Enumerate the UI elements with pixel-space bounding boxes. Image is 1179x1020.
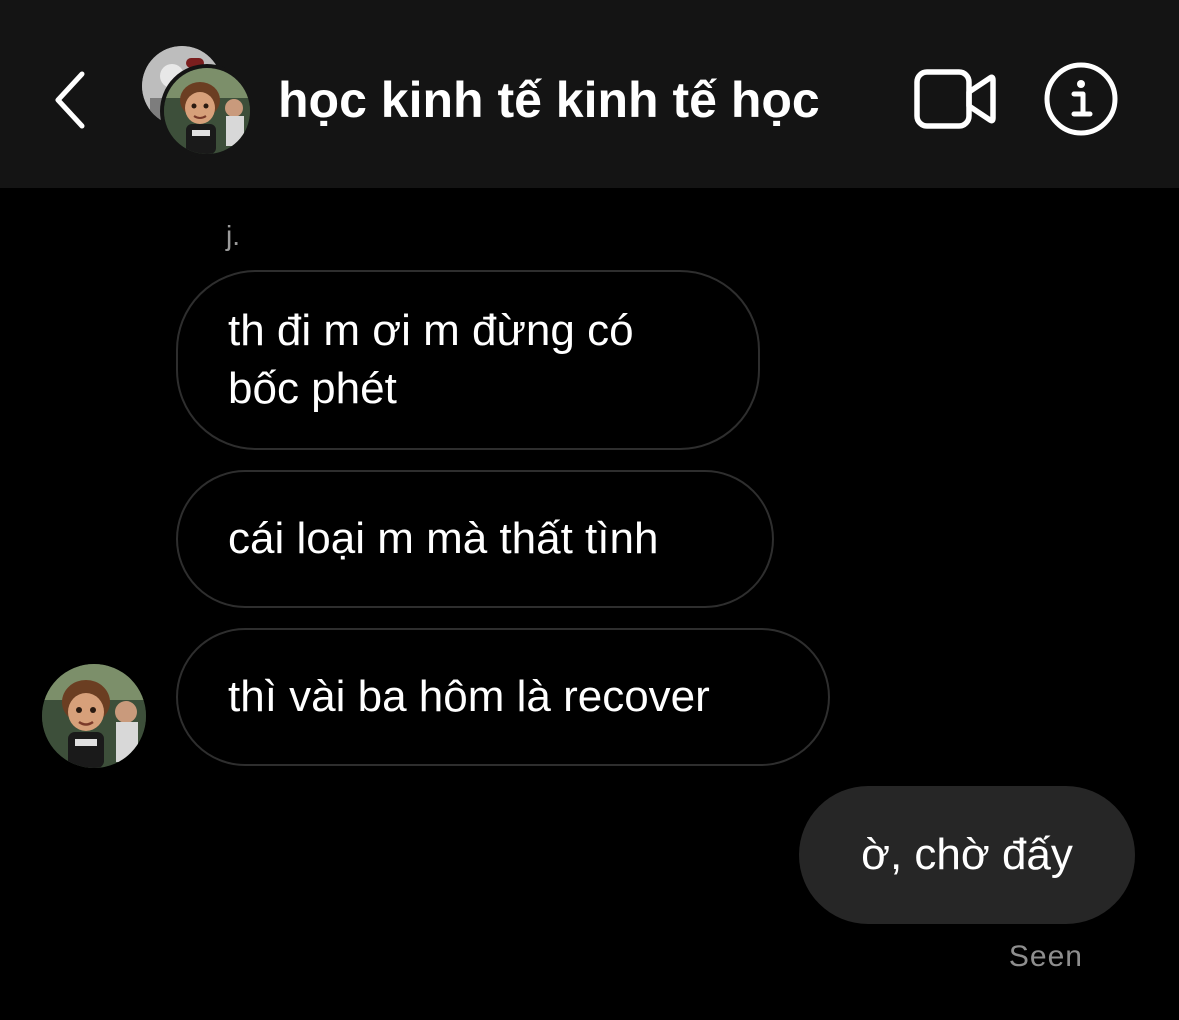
group-avatar-primary xyxy=(160,64,254,158)
chat-header: học kinh tế kinh tế học xyxy=(0,0,1179,188)
back-button[interactable] xyxy=(40,60,100,140)
incoming-message[interactable]: cái loại m mà thất tình xyxy=(176,470,774,608)
message-text: thì vài ba hôm là recover xyxy=(228,672,710,721)
video-camera-icon xyxy=(914,69,996,129)
chevron-left-icon xyxy=(55,71,85,129)
message-text: cái loại m mà thất tình xyxy=(228,514,659,563)
message-text: ờ, chờ đấy xyxy=(861,830,1073,879)
sender-avatar[interactable] xyxy=(42,664,146,768)
seen-status: Seen xyxy=(1008,940,1083,973)
video-call-button[interactable] xyxy=(912,66,998,132)
incoming-message[interactable]: th đi m ơi m đừng có bốc phét xyxy=(176,270,760,450)
chat-title[interactable]: học kinh tế kinh tế học xyxy=(278,70,820,130)
message-text: th đi m ơi m đừng có bốc phét xyxy=(228,306,634,413)
info-icon xyxy=(1044,62,1118,136)
info-button[interactable] xyxy=(1042,60,1120,138)
sender-name: j. xyxy=(226,220,240,251)
incoming-message[interactable]: thì vài ba hôm là recover xyxy=(176,628,830,766)
outgoing-message[interactable]: ờ, chờ đấy xyxy=(799,786,1135,924)
group-avatar[interactable] xyxy=(142,46,254,158)
